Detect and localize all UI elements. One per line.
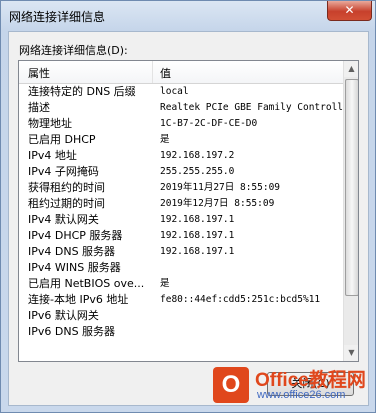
table-row[interactable]: IPv6 DNS 服务器 [19,324,343,340]
details-listview[interactable]: 属性 值 连接特定的 DNS 后缀 local 描述 Realtek PCIe GBE… [18,60,359,362]
office-logo-icon: O [213,367,249,403]
value-cell: fe80::44ef:cdd5:251c:bcd5%11 [160,294,321,305]
window-title: 网络连接详细信息 [9,10,106,24]
table-row[interactable]: 租约过期的时间 2019年12月7日 8:55:09 [19,196,343,212]
dialog-client-area: 网络连接详细信息(D): 属性 值 连接特定的 DNS 后缀 local 描述 Rea… [8,31,369,406]
property-cell: IPv4 DHCP 服务器 [28,229,123,242]
property-cell: IPv6 DNS 服务器 [28,325,116,338]
watermark-site-name: Office教程网 [255,370,366,391]
property-cell: 已启用 DHCP [28,133,96,146]
property-cell: 描述 [28,101,50,114]
column-divider[interactable] [152,61,153,83]
list-body: 连接特定的 DNS 后缀 local 描述 Realtek PCIe GBE Fami… [19,84,343,361]
table-row[interactable]: 已启用 DHCP 是 [19,132,343,148]
value-cell: 255.255.255.0 [160,166,235,177]
table-row[interactable]: 描述 Realtek PCIe GBE Family Controller [19,100,343,116]
table-row[interactable]: IPv6 默认网关 [19,308,343,324]
value-cell: 是 [160,278,170,289]
value-cell: Realtek PCIe GBE Family Controller [160,102,343,113]
property-cell: 租约过期的时间 [28,197,105,210]
property-cell: 连接特定的 DNS 后缀 [28,85,136,98]
scroll-up-arrow-icon[interactable]: ▲ [344,61,358,77]
value-cell: 192.168.197.1 [160,214,235,225]
table-row[interactable]: 已启用 NetBIOS ove... 是 [19,276,343,292]
column-header-value[interactable]: 值 [160,65,171,81]
table-row[interactable]: IPv4 子网掩码 255.255.255.0 [19,164,343,180]
network-details-dialog: 网络连接详细信息 ✕ 网络连接详细信息(D): 属性 值 连接特定的 DNS 后… [0,0,376,413]
property-cell: IPv4 子网掩码 [28,165,99,178]
table-row[interactable]: 连接-本地 IPv6 地址 fe80::44ef:cdd5:251c:bcd5%1… [19,292,343,308]
scrollbar-thumb[interactable] [345,79,358,296]
office26-watermark: O Office教程网 www.office26.com [213,363,373,411]
property-cell: 物理地址 [28,117,72,130]
vertical-scrollbar[interactable]: ▲ ▼ [343,61,358,361]
value-cell: local [160,86,189,97]
list-header: 属性 值 [19,61,343,84]
table-row[interactable]: IPv4 DNS 服务器 192.168.197.1 [19,244,343,260]
property-cell: IPv4 默认网关 [28,213,99,226]
value-cell: 192.168.197.1 [160,246,235,257]
value-cell: 192.168.197.1 [160,230,235,241]
value-cell: 1C-B7-2C-DF-CE-D0 [160,118,258,129]
table-row[interactable]: IPv4 DHCP 服务器 192.168.197.1 [19,228,343,244]
value-cell: 2019年12月7日 8:55:09 [160,198,275,209]
title-bar[interactable]: 网络连接详细信息 ✕ [1,1,375,31]
table-row[interactable]: IPv4 默认网关 192.168.197.1 [19,212,343,228]
column-header-property[interactable]: 属性 [28,65,50,81]
table-row[interactable]: 物理地址 1C-B7-2C-DF-CE-D0 [19,116,343,132]
watermark-url: www.office26.com [257,389,346,401]
property-cell: 连接-本地 IPv6 地址 [28,293,129,306]
value-cell: 是 [160,134,170,145]
details-label: 网络连接详细信息(D): [19,44,128,57]
property-cell: IPv4 地址 [28,149,77,162]
table-row[interactable]: 获得租约的时间 2019年11月27日 8:55:09 [19,180,343,196]
window-close-button[interactable]: ✕ [327,1,372,21]
table-row[interactable]: IPv4 WINS 服务器 [19,260,343,276]
scroll-down-arrow-icon[interactable]: ▼ [344,345,358,361]
table-row[interactable]: IPv4 地址 192.168.197.2 [19,148,343,164]
table-row[interactable]: 连接特定的 DNS 后缀 local [19,84,343,100]
property-cell: IPv4 WINS 服务器 [28,261,121,274]
property-cell: 获得租约的时间 [28,181,105,194]
value-cell: 2019年11月27日 8:55:09 [160,182,281,193]
property-cell: 已启用 NetBIOS ove... [28,277,145,290]
property-cell: IPv4 DNS 服务器 [28,245,116,258]
property-cell: IPv6 默认网关 [28,309,99,322]
value-cell: 192.168.197.2 [160,150,235,161]
